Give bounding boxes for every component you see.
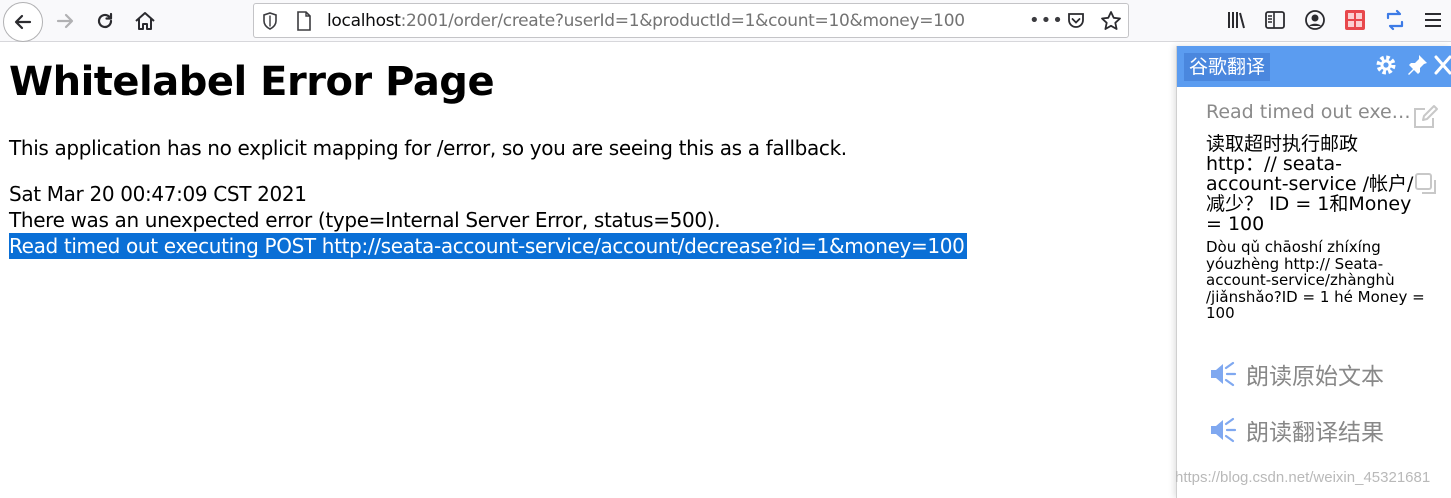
error-status: There was an unexpected error (type=Inte… (9, 208, 721, 232)
copy-icon[interactable] (1414, 172, 1438, 200)
pocket-icon[interactable] (1066, 11, 1086, 35)
library-icon[interactable] (1225, 8, 1249, 32)
page-title: Whitelabel Error Page (9, 59, 495, 105)
url-bar[interactable]: localhost:2001/order/create?userId=1&pro… (253, 3, 1129, 38)
edit-icon[interactable] (1411, 103, 1439, 135)
close-icon[interactable] (1433, 53, 1451, 81)
page-icon[interactable] (296, 11, 312, 35)
reload-button[interactable] (88, 4, 122, 38)
translate-result-text: 读取超时执行邮政http：// seata-account-service /帐… (1206, 133, 1414, 235)
url-path: :2001/order/create?userId=1&productId=1&… (400, 11, 965, 31)
translate-source-text: Read timed out executing POST http://sea… (1206, 101, 1411, 123)
speak-translation-button[interactable]: 朗读翻译结果 (1208, 415, 1384, 446)
account-icon[interactable] (1303, 8, 1327, 32)
url-text[interactable]: localhost:2001/order/create?userId=1&pro… (327, 11, 965, 31)
browser-toolbar: localhost:2001/order/create?userId=1&pro… (0, 0, 1451, 42)
fallback-message: This application has no explicit mapping… (9, 136, 847, 160)
pin-icon[interactable] (1405, 53, 1429, 81)
translate-pinyin-text: Dòu qǔ chāoshí zhíxíng yóuzhèng http:// … (1206, 238, 1425, 322)
error-message-selected[interactable]: Read timed out executing POST http://sea… (9, 233, 967, 259)
speak-source-label: 朗读原始文本 (1246, 364, 1384, 390)
forward-icon (56, 13, 74, 29)
speak-translation-label: 朗读翻译结果 (1246, 420, 1384, 446)
translate-panel-title: 谷歌翻译 (1184, 53, 1271, 81)
star-icon[interactable] (1100, 10, 1122, 36)
gear-icon[interactable] (1375, 54, 1397, 80)
sync-icon[interactable] (1383, 8, 1407, 32)
home-button[interactable] (128, 4, 162, 38)
menu-icon[interactable] (1421, 8, 1445, 32)
speaker-icon (1211, 361, 1237, 387)
page-actions-button[interactable]: ••• (1029, 10, 1064, 31)
back-icon (14, 14, 32, 30)
forward-button[interactable] (48, 4, 82, 38)
speak-source-button[interactable]: 朗读原始文本 (1208, 359, 1384, 390)
sidebar-icon[interactable] (1263, 8, 1287, 32)
home-icon (135, 12, 155, 30)
translate-panel: 谷歌翻译 Read timed out executing POST http:… (1176, 46, 1451, 498)
reload-icon (97, 12, 113, 29)
error-timestamp: Sat Mar 20 00:47:09 CST 2021 (9, 182, 307, 206)
watermark: https://blog.csdn.net/weixin_45321681 (1175, 469, 1431, 486)
translate-panel-header: 谷歌翻译 (1177, 46, 1451, 87)
extension-icon[interactable] (1343, 8, 1367, 32)
url-host: localhost (327, 11, 401, 31)
back-button[interactable] (3, 2, 43, 42)
shield-icon[interactable] (262, 12, 278, 34)
speaker-icon (1211, 417, 1237, 443)
